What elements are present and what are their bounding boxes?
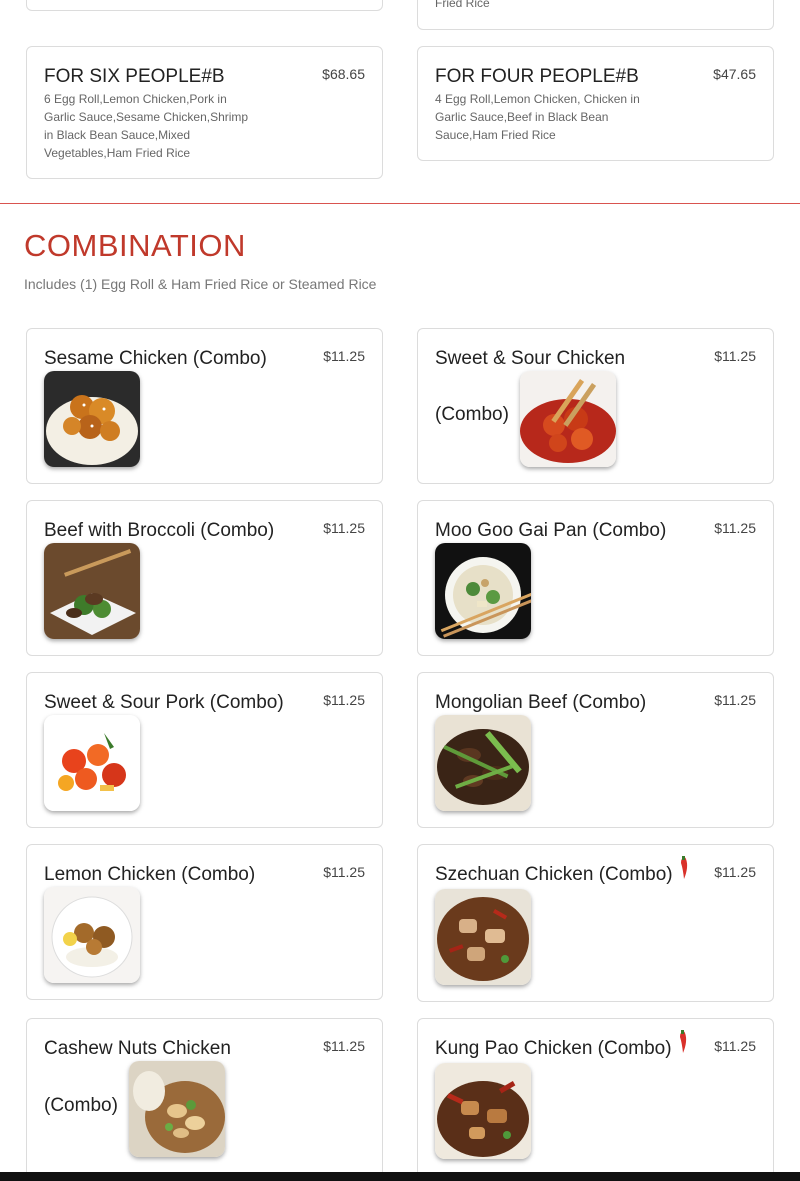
item-description: 6 Egg Roll,Lemon Chicken,Pork in Garlic … <box>44 92 249 160</box>
item-price: $11.25 <box>714 1038 756 1054</box>
menu-card-four-people[interactable]: FOR FOUR PEOPLE#B $47.65 4 Egg Roll,Lemo… <box>417 46 774 161</box>
item-price: $11.25 <box>714 520 756 536</box>
menu-card-partial-right[interactable]: Fried Rice <box>417 0 774 30</box>
item-price: $11.25 <box>323 1038 365 1054</box>
menu-card-cashew-chicken[interactable]: Cashew Nuts Chicken (Combo) $11.25 <box>26 1018 383 1178</box>
menu-card-six-people[interactable]: FOR SIX PEOPLE#B $68.65 6 Egg Roll,Lemon… <box>26 46 383 179</box>
bottom-bar <box>0 1172 800 1181</box>
item-name-line2: (Combo) <box>435 404 509 425</box>
item-price: $11.25 <box>714 692 756 708</box>
menu-card-lemon-chicken[interactable]: Lemon Chicken (Combo) $11.25 <box>26 844 383 1000</box>
item-price: $11.25 <box>323 692 365 708</box>
item-description: Fried Rice <box>435 0 490 10</box>
item-price: $68.65 <box>322 66 365 82</box>
item-name-text: Szechuan Chicken (Combo) <box>435 864 673 886</box>
sweet-sour-pork-photo[interactable] <box>44 715 140 811</box>
mongolian-beef-photo[interactable] <box>435 715 531 811</box>
section-subtitle: Includes (1) Egg Roll & Ham Fried Rice o… <box>24 276 377 292</box>
beef-broccoli-photo[interactable] <box>44 543 140 639</box>
chili-pepper-icon <box>679 847 689 903</box>
item-name-text: Kung Pao Chicken (Combo) <box>435 1038 672 1060</box>
menu-card-moo-goo-gai-pan[interactable]: Moo Goo Gai Pan (Combo) $11.25 <box>417 500 774 656</box>
menu-card-kung-pao-chicken[interactable]: Kung Pao Chicken (Combo) $11.25 <box>417 1018 774 1178</box>
moo-goo-gai-pan-photo[interactable] <box>435 543 531 639</box>
sesame-chicken-photo[interactable] <box>44 371 140 467</box>
menu-card-sesame-chicken[interactable]: Sesame Chicken (Combo) $11.25 <box>26 328 383 484</box>
szechuan-chicken-photo[interactable] <box>435 889 531 985</box>
kung-pao-chicken-photo[interactable] <box>435 1063 531 1159</box>
item-price: $11.25 <box>323 520 365 536</box>
menu-card-beef-broccoli[interactable]: Beef with Broccoli (Combo) $11.25 <box>26 500 383 656</box>
lemon-chicken-photo[interactable] <box>44 887 140 983</box>
section-title: COMBINATION <box>24 228 246 263</box>
chili-pepper-icon <box>678 1021 688 1077</box>
item-name-line2: (Combo) <box>44 1095 118 1116</box>
menu-card-mongolian-beef[interactable]: Mongolian Beef (Combo) $11.25 <box>417 672 774 828</box>
item-price: $47.65 <box>713 66 756 82</box>
menu-card-szechuan-chicken[interactable]: Szechuan Chicken (Combo) $11.25 <box>417 844 774 1002</box>
item-price: $11.25 <box>714 348 756 364</box>
cashew-chicken-photo[interactable] <box>129 1061 225 1157</box>
item-price: $11.25 <box>323 864 365 880</box>
sweet-sour-chicken-photo[interactable] <box>520 371 616 467</box>
menu-card-partial-left[interactable] <box>26 0 383 11</box>
item-description: 4 Egg Roll,Lemon Chicken, Chicken in Gar… <box>435 92 640 142</box>
section-divider <box>0 203 800 204</box>
item-price: $11.25 <box>323 348 365 364</box>
menu-card-sweet-sour-chicken[interactable]: Sweet & Sour Chicken (Combo) $11.25 <box>417 328 774 484</box>
item-price: $11.25 <box>714 864 756 880</box>
menu-card-sweet-sour-pork[interactable]: Sweet & Sour Pork (Combo) $11.25 <box>26 672 383 828</box>
